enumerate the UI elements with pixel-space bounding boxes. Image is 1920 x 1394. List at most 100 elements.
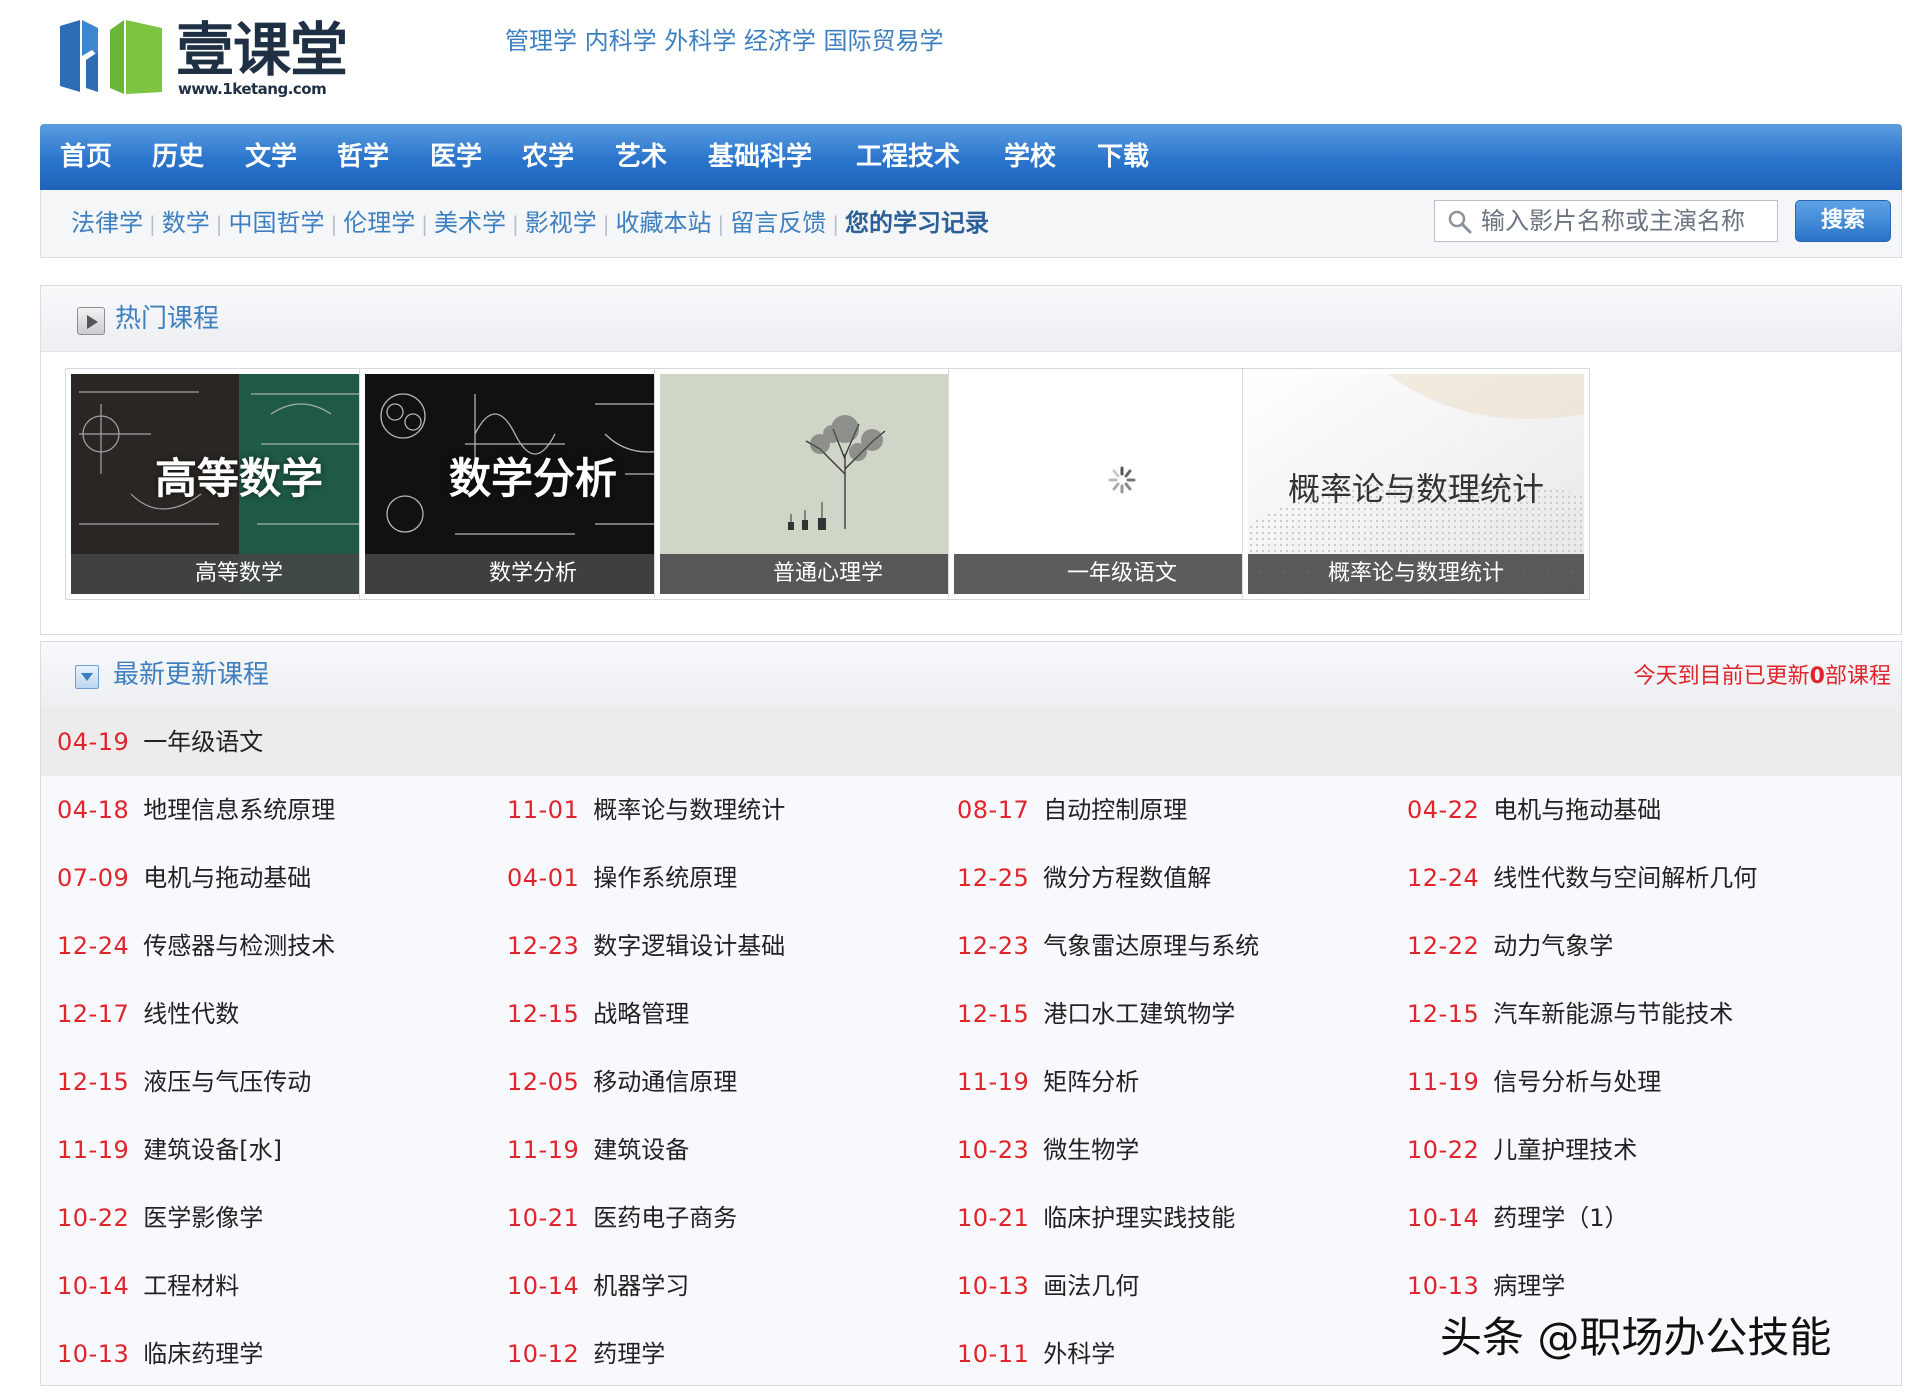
thumbnail-overlay-text: 高等数学 <box>154 454 323 503</box>
list-item[interactable]: 10-14 药理学（1） <box>1407 1184 1629 1252</box>
sublink-chinese-philosophy[interactable]: 中国哲学 <box>229 209 325 237</box>
list-item[interactable]: 12-05 移动通信原理 <box>507 1048 737 1116</box>
thumbnail-overlay-text: 概率论与数理统计 <box>1287 470 1544 508</box>
list-item[interactable]: 10-13 画法几何 <box>957 1252 1139 1320</box>
course-caption: 高等数学 <box>71 554 407 594</box>
nav-item-basic-science[interactable]: 基础科学 <box>708 124 812 190</box>
sublink-film[interactable]: 影视学 <box>525 209 597 237</box>
nav-item-agriculture[interactable]: 农学 <box>522 124 574 190</box>
list-item[interactable]: 10-13 临床药理学 <box>57 1320 263 1388</box>
hot-courses-panel: 热门课程 高等数学 高等数学 数学分析 数学分析 普通心理学 一年级语文 概率论… <box>40 285 1902 635</box>
nav-item-download[interactable]: 下载 <box>1097 124 1149 190</box>
list-item[interactable]: 11-19 信号分析与处理 <box>1407 1048 1661 1116</box>
hot-courses-header: 热门课程 <box>41 286 1901 352</box>
sub-nav-bar: 法律学 | 数学 | 中国哲学 | 伦理学 | 美术学 | 影视学 | 收藏本站 | 留言反馈 | 您的学习记录… <box>40 190 1902 258</box>
course-caption: 普通心理学 <box>660 554 996 594</box>
list-item[interactable]: 04-01 操作系统原理 <box>507 844 737 912</box>
list-item[interactable]: 12-24 传感器与检测技术 <box>57 912 335 980</box>
list-item[interactable]: 12-15 汽车新能源与节能技术 <box>1407 980 1733 1048</box>
play-icon <box>77 307 105 335</box>
divider: | <box>421 212 428 236</box>
list-item[interactable]: 12-23 数字逻辑设计基础 <box>507 912 785 980</box>
course-caption: 数学分析 <box>365 554 701 594</box>
nav-item-philosophy[interactable]: 哲学 <box>337 124 389 190</box>
site-logo[interactable]: 壹课堂 www.1ketang.com <box>58 14 348 98</box>
course-caption: 概率论与数理统计 <box>1248 554 1584 594</box>
divider: | <box>330 212 338 236</box>
list-item[interactable]: 10-22 儿童护理技术 <box>1407 1116 1637 1184</box>
course-caption: 一年级语文 <box>954 554 1290 594</box>
list-item[interactable]: 10-14 工程材料 <box>57 1252 239 1320</box>
sublink-law[interactable]: 法律学 <box>71 209 143 237</box>
course-thumbnail: 概率论与数理统计 概率论与数理统计 <box>1248 374 1584 594</box>
sub-nav-links: 法律学 | 数学 | 中国哲学 | 伦理学 | 美术学 | 影视学 | 收藏本站 | 留言反馈 | 您的学习记录 <box>71 208 989 239</box>
highlight-row: 04-19 一年级语文 <box>41 708 1901 776</box>
top-category-links[interactable]: 管理学 内科学 外科学 经济学 国际贸易学 <box>505 26 944 56</box>
nav-item-medicine[interactable]: 医学 <box>430 124 482 190</box>
sublink-ethics[interactable]: 伦理学 <box>343 209 415 237</box>
divider: | <box>512 212 519 236</box>
search-button[interactable]: 搜索 <box>1795 200 1891 242</box>
list-item[interactable]: 12-24 线性代数与空间解析几何 <box>1407 844 1757 912</box>
list-item[interactable]: 11-19 建筑设备 <box>507 1116 689 1184</box>
latest-courses-panel: 最新更新课程 今天到目前已更新0部课程 04-19 一年级语文 04-18 地理信息… <box>40 641 1902 1386</box>
list-item[interactable]: 10-12 药理学 <box>507 1320 665 1388</box>
course-card[interactable]: 概率论与数理统计 概率论与数理统计 <box>1242 368 1590 600</box>
list-item[interactable]: 12-25 微分方程数值解 <box>957 844 1211 912</box>
site-url: www.1ketang.com <box>178 80 327 98</box>
list-item[interactable]: 10-14 机器学习 <box>507 1252 689 1320</box>
list-item[interactable]: 10-23 微生物学 <box>957 1116 1139 1184</box>
course-thumbnail: 普通心理学 <box>660 374 996 594</box>
course-thumbnail: 数学分析 数学分析 <box>365 374 701 594</box>
watermark-text: 头条 @职场办公技能 <box>1440 1313 1832 1362</box>
hot-courses-title: 热门课程 <box>115 304 220 334</box>
logo-books-icon <box>60 20 162 94</box>
divider: | <box>149 212 156 236</box>
list-item[interactable]: 10-21 临床护理实践技能 <box>957 1184 1235 1252</box>
sublink-fine-arts[interactable]: 美术学 <box>434 209 506 237</box>
sublink-study-history[interactable]: 您的学习记录 <box>845 209 989 237</box>
nav-item-literature[interactable]: 文学 <box>245 124 297 190</box>
site-header: 壹课堂 www.1ketang.com 管理学 内科学 外科学 经济学 国际贸易… <box>0 0 1920 122</box>
latest-courses-header: 最新更新课程 今天到目前已更新0部课程 <box>41 642 1901 708</box>
course-thumbnail: 一年级语文 <box>954 374 1290 594</box>
list-item[interactable]: 12-15 战略管理 <box>507 980 689 1048</box>
latest-courses-title: 最新更新课程 <box>113 660 270 690</box>
sublink-math[interactable]: 数学 <box>162 209 210 237</box>
list-item[interactable]: 10-21 医药电子商务 <box>507 1184 737 1252</box>
thumbnail-overlay-text: 数学分析 <box>448 454 617 503</box>
nav-item-art[interactable]: 艺术 <box>615 124 667 190</box>
list-item[interactable]: 04-18 地理信息系统原理 <box>57 776 335 844</box>
divider: | <box>832 212 839 236</box>
list-item[interactable]: 10-22 医学影像学 <box>57 1184 263 1252</box>
list-item[interactable]: 12-22 动力气象学 <box>1407 912 1613 980</box>
divider: | <box>717 212 725 236</box>
list-item[interactable]: 12-23 气象雷达原理与系统 <box>957 912 1259 980</box>
divider: | <box>602 212 610 236</box>
list-item[interactable]: 04-19 一年级语文 <box>57 708 263 776</box>
nav-item-home[interactable]: 首页 <box>60 124 112 190</box>
list-item[interactable]: 12-15 港口水工建筑物学 <box>957 980 1235 1048</box>
list-item[interactable]: 04-22 电机与拖动基础 <box>1407 776 1661 844</box>
list-item[interactable]: 11-19 矩阵分析 <box>957 1048 1139 1116</box>
nav-item-school[interactable]: 学校 <box>1004 124 1056 190</box>
site-title: 壹课堂 <box>176 16 348 84</box>
sublink-bookmark[interactable]: 收藏本站 <box>616 209 712 237</box>
list-item[interactable]: 12-17 线性代数 <box>57 980 239 1048</box>
nav-item-engineering[interactable]: 工程技术 <box>856 124 960 190</box>
course-thumbnail: 高等数学 高等数学 <box>71 374 407 594</box>
list-item[interactable]: 12-15 液压与气压传动 <box>57 1048 311 1116</box>
nav-item-history[interactable]: 历史 <box>152 124 204 190</box>
today-update-count: 今天到目前已更新0部课程 <box>1633 664 1891 689</box>
list-item[interactable]: 11-01 概率论与数理统计 <box>507 776 785 844</box>
list-item[interactable]: 11-19 建筑设备[水] <box>57 1116 282 1184</box>
search-input[interactable] <box>1481 205 1771 237</box>
download-arrow-icon <box>75 665 99 689</box>
search-box <box>1434 200 1778 242</box>
list-item[interactable]: 08-17 自动控制原理 <box>957 776 1187 844</box>
list-item[interactable]: 07-09 电机与拖动基础 <box>57 844 311 912</box>
sublink-feedback[interactable]: 留言反馈 <box>730 209 826 237</box>
divider: | <box>215 212 223 236</box>
search-icon <box>1448 210 1472 234</box>
list-item[interactable]: 10-11 外科学 <box>957 1320 1115 1388</box>
